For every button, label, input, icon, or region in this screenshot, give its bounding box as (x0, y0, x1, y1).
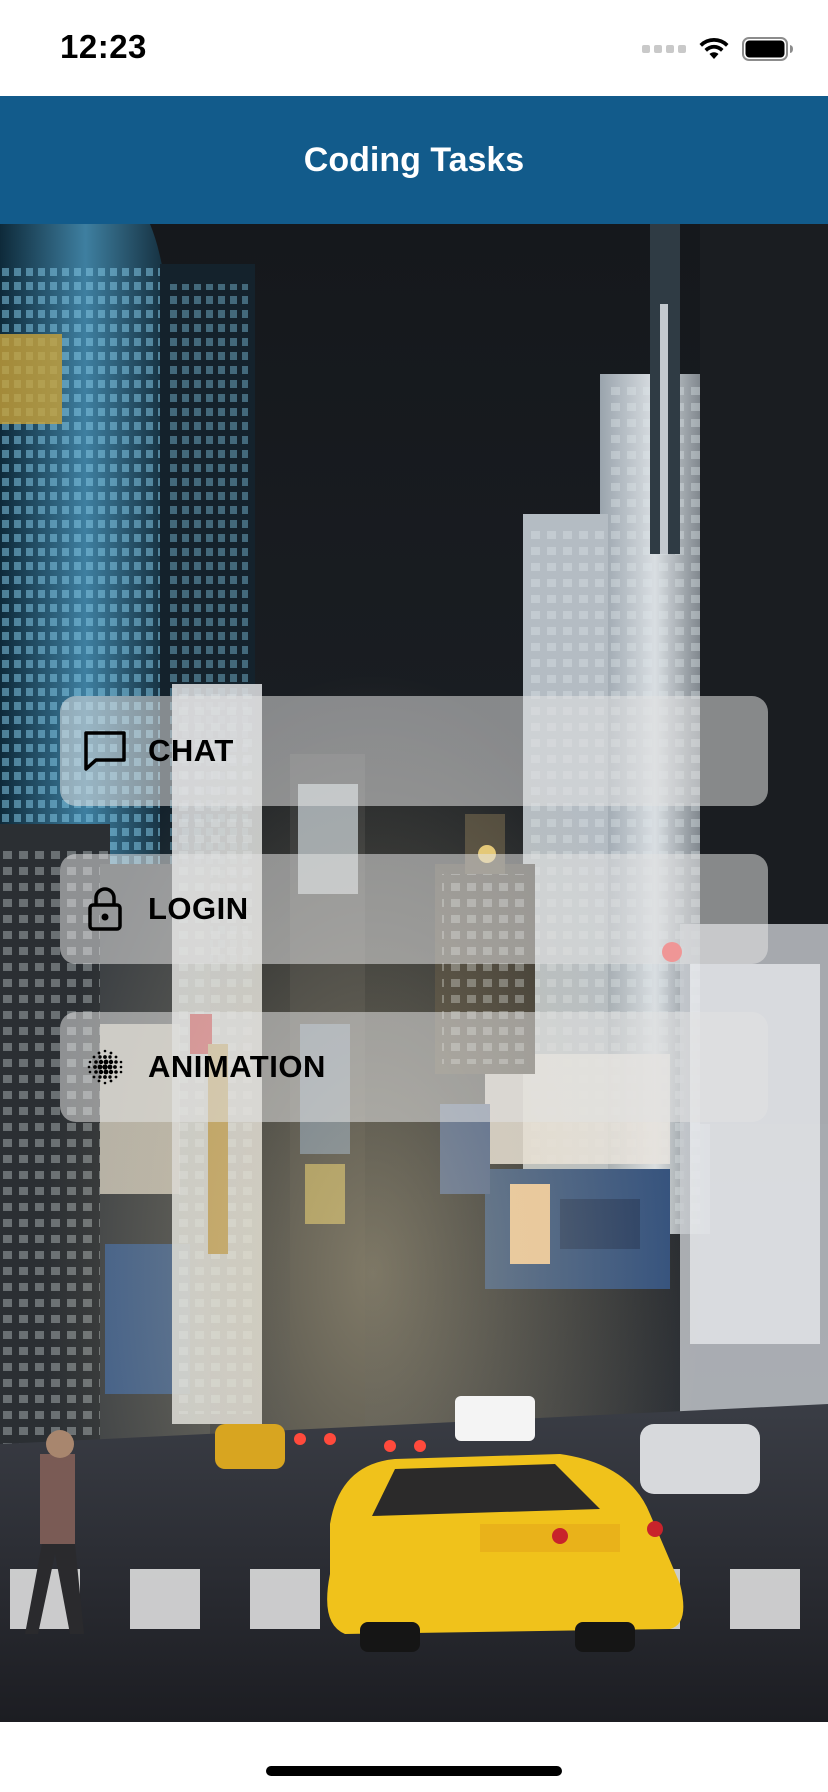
chat-button[interactable]: CHAT (60, 696, 768, 806)
chat-bubble-icon (82, 728, 128, 774)
login-button-label: LOGIN (148, 891, 249, 926)
background-image (0, 224, 828, 1722)
wifi-icon (699, 37, 729, 59)
home-indicator-area (0, 1722, 828, 1792)
dotted-sphere-icon (82, 1044, 128, 1090)
animation-button[interactable]: ANIMATION (60, 1012, 768, 1122)
lock-icon (82, 886, 128, 932)
home-indicator[interactable] (266, 1766, 562, 1776)
status-icons (642, 34, 794, 64)
navigation-bar: Coding Tasks (0, 96, 828, 224)
status-bar: 12:23 (0, 0, 828, 96)
login-button[interactable]: LOGIN (60, 854, 768, 964)
status-time: 12:23 (60, 28, 147, 65)
cellular-signal-icon (642, 45, 686, 53)
chat-button-label: CHAT (148, 733, 234, 768)
animation-button-label: ANIMATION (148, 1049, 326, 1084)
page-title: Coding Tasks (303, 140, 525, 179)
battery-icon (742, 37, 793, 61)
